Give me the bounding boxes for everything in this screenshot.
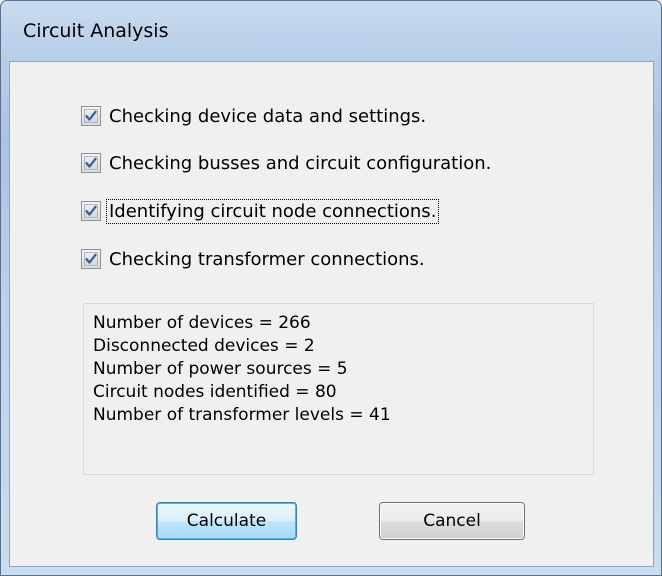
- check-device-data-row[interactable]: Checking device data and settings.: [81, 102, 428, 130]
- window-title: Circuit Analysis: [23, 20, 169, 42]
- result-transformer-levels: Number of transformer levels = 41: [93, 405, 391, 425]
- identify-nodes-row[interactable]: Identifying circuit node connections.: [81, 197, 440, 225]
- checkbox-box: [84, 252, 98, 266]
- identify-nodes-checkbox[interactable]: [81, 201, 101, 221]
- checkbox-box: [84, 204, 98, 218]
- result-nodes: Circuit nodes identified = 80: [93, 382, 337, 402]
- title-bar[interactable]: Circuit Analysis: [1, 1, 661, 61]
- result-power-sources: Number of power sources = 5: [93, 359, 348, 379]
- calculate-button[interactable]: Calculate: [156, 502, 297, 540]
- checkmark-icon: [85, 205, 97, 216]
- check-busses-checkbox[interactable]: [81, 153, 101, 173]
- circuit-analysis-dialog: Circuit Analysis Checking device data an…: [0, 0, 662, 576]
- results-panel: Number of devices = 266 Disconnected dev…: [83, 303, 594, 475]
- checkbox-box: [84, 156, 98, 170]
- check-busses-row[interactable]: Checking busses and circuit configuratio…: [81, 149, 493, 177]
- check-transformer-row[interactable]: Checking transformer connections.: [81, 245, 427, 273]
- identify-nodes-label: Identifying circuit node connections.: [105, 198, 440, 224]
- check-transformer-checkbox[interactable]: [81, 249, 101, 269]
- dialog-client-area: Checking device data and settings. Check…: [9, 61, 654, 567]
- check-device-data-label: Checking device data and settings.: [109, 105, 427, 127]
- check-transformer-label: Checking transformer connections.: [109, 248, 425, 270]
- checkmark-icon: [85, 253, 97, 264]
- check-device-data-checkbox[interactable]: [81, 106, 101, 126]
- result-devices: Number of devices = 266: [93, 313, 311, 333]
- checkmark-icon: [85, 157, 97, 168]
- cancel-button[interactable]: Cancel: [379, 502, 525, 540]
- checkmark-icon: [85, 110, 97, 121]
- checkbox-box: [84, 109, 98, 123]
- result-disconnected: Disconnected devices = 2: [93, 336, 315, 356]
- check-busses-label: Checking busses and circuit configuratio…: [109, 152, 492, 174]
